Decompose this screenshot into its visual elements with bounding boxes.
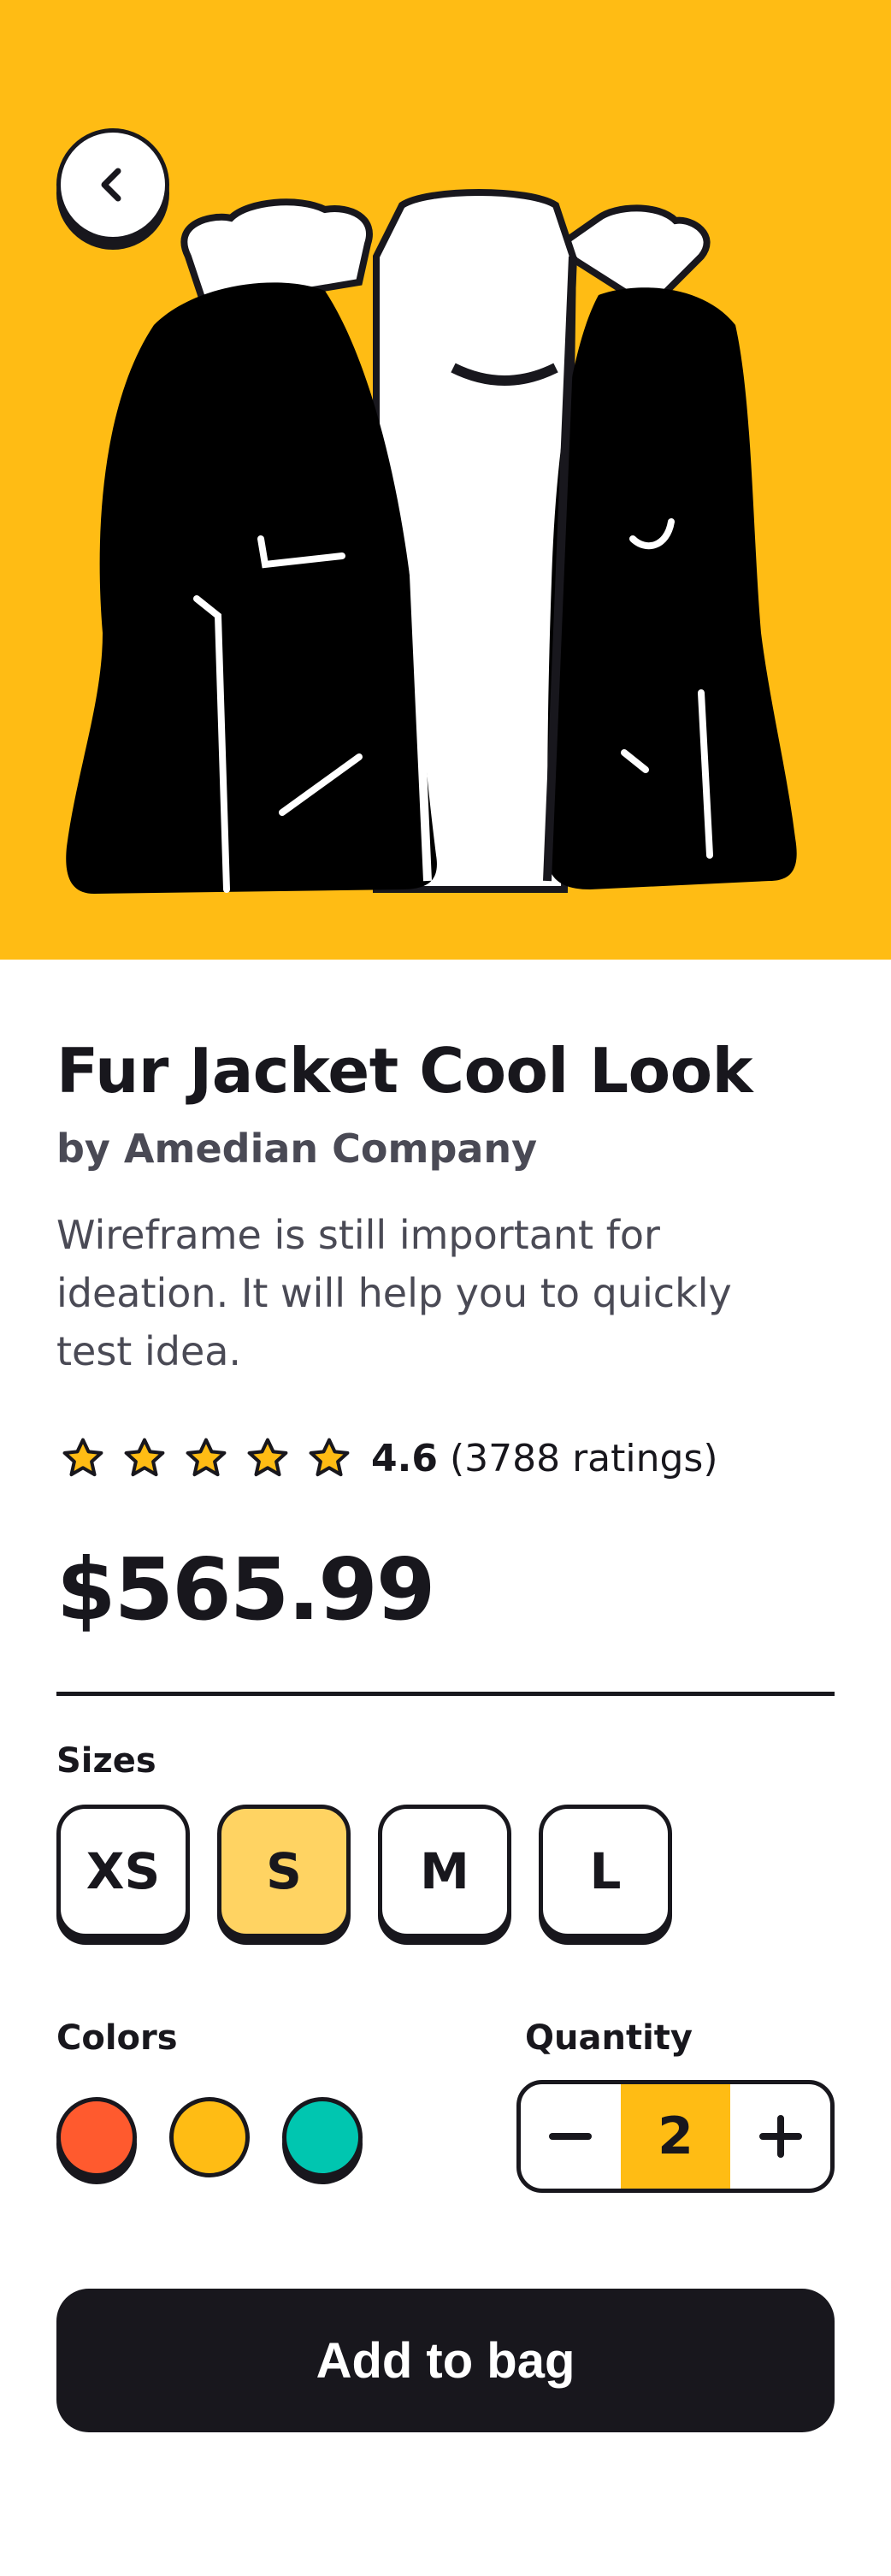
back-button[interactable] [56,128,169,241]
increment-button[interactable] [730,2084,830,2189]
star-icon [62,1438,103,1477]
chevron-left-icon [101,168,121,202]
size-option-s[interactable]: S [217,1805,351,1938]
colors-label: Colors [56,2018,178,2058]
product-description: Wireframe is still important for ideatio… [56,1212,732,1374]
quantity-stepper: 2 [516,2080,835,2193]
quantity-value: 2 [620,2084,731,2189]
color-swatch-orange[interactable] [56,2097,137,2177]
size-option-l[interactable]: L [539,1805,672,1938]
rating-value: 4.6 [371,1436,438,1480]
rating: 4.6 (3788 ratings) [60,1428,718,1488]
product-price: $565.99 [56,1539,435,1640]
decrement-button[interactable] [521,2084,621,2189]
quantity-label: Quantity [525,2018,693,2058]
color-swatch-teal[interactable] [282,2097,363,2177]
rating-count: (3788 ratings) [449,1436,718,1480]
product-hero [0,0,891,960]
size-option-m[interactable]: M [378,1805,511,1938]
minus-icon [549,2133,593,2140]
star-icon [124,1438,165,1477]
product-title: Fur Jacket Cool Look [56,1035,752,1107]
star-icon [186,1438,227,1477]
star-icon [247,1438,288,1477]
sizes-label: Sizes [56,1741,156,1781]
size-option-xs[interactable]: XS [56,1805,190,1938]
color-selector [56,2097,395,2177]
size-selector: XS S M L [56,1805,699,1938]
product-vendor: by Amedian Company [56,1126,538,1172]
star-icon [309,1438,350,1477]
color-swatch-yellow[interactable] [169,2097,250,2177]
add-to-bag-button[interactable]: Add to bag [56,2289,835,2432]
plus-icon [758,2115,802,2158]
divider [56,1692,835,1696]
